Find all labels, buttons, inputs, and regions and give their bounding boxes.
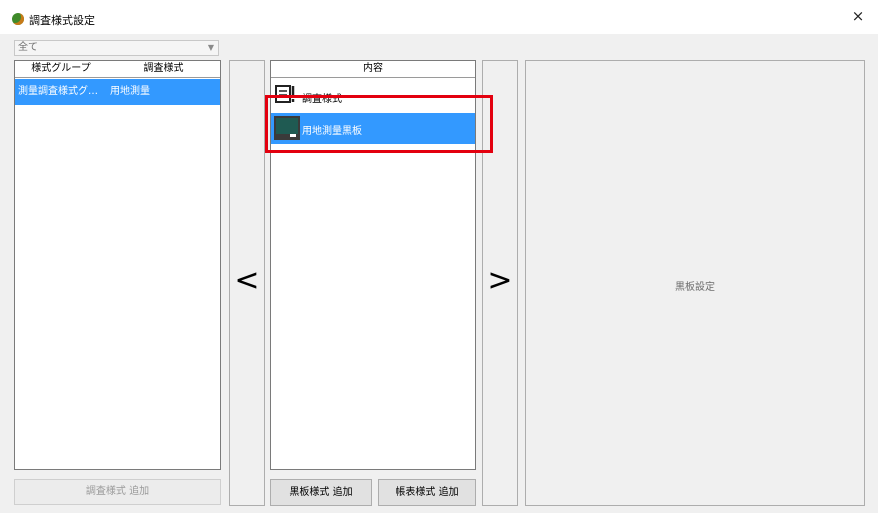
table-row[interactable]: 測量調査様式グ… 用地測量: [15, 79, 220, 105]
app-icon: [12, 13, 24, 25]
title-bar: 調査様式設定 ×: [0, 0, 878, 34]
group-filter-value: 全て: [18, 42, 38, 53]
window-title: 調査様式設定: [29, 14, 95, 27]
chevron-down-icon: ▼: [207, 43, 214, 52]
add-report-style-button[interactable]: 帳表様式 追加: [378, 479, 476, 506]
arrow-right-icon: >: [487, 263, 513, 298]
column-header-group[interactable]: 様式グループ: [15, 61, 107, 77]
arrow-left-icon: <: [234, 263, 260, 298]
column-header-style[interactable]: 調査様式: [107, 61, 220, 77]
content-list-header: 内容: [271, 61, 475, 78]
add-survey-style-button[interactable]: 調査様式 追加: [14, 479, 221, 505]
style-grid[interactable]: 様式グループ 調査様式 測量調査様式グ… 用地測量: [14, 60, 221, 470]
blackboard-settings-panel: 黒板設定: [525, 60, 865, 506]
highlight-box: [265, 95, 493, 153]
close-button[interactable]: ×: [838, 2, 878, 30]
add-blackboard-style-button[interactable]: 黒板様式 追加: [270, 479, 372, 506]
cell-style: 用地測量: [110, 86, 150, 97]
grid-header: 様式グループ 調査様式: [15, 61, 220, 78]
group-filter-select[interactable]: 全て ▼: [14, 40, 219, 56]
move-left-button[interactable]: <: [229, 60, 265, 506]
blackboard-settings-label: 黒板設定: [675, 282, 715, 293]
cell-group: 測量調査様式グ…: [18, 86, 98, 97]
